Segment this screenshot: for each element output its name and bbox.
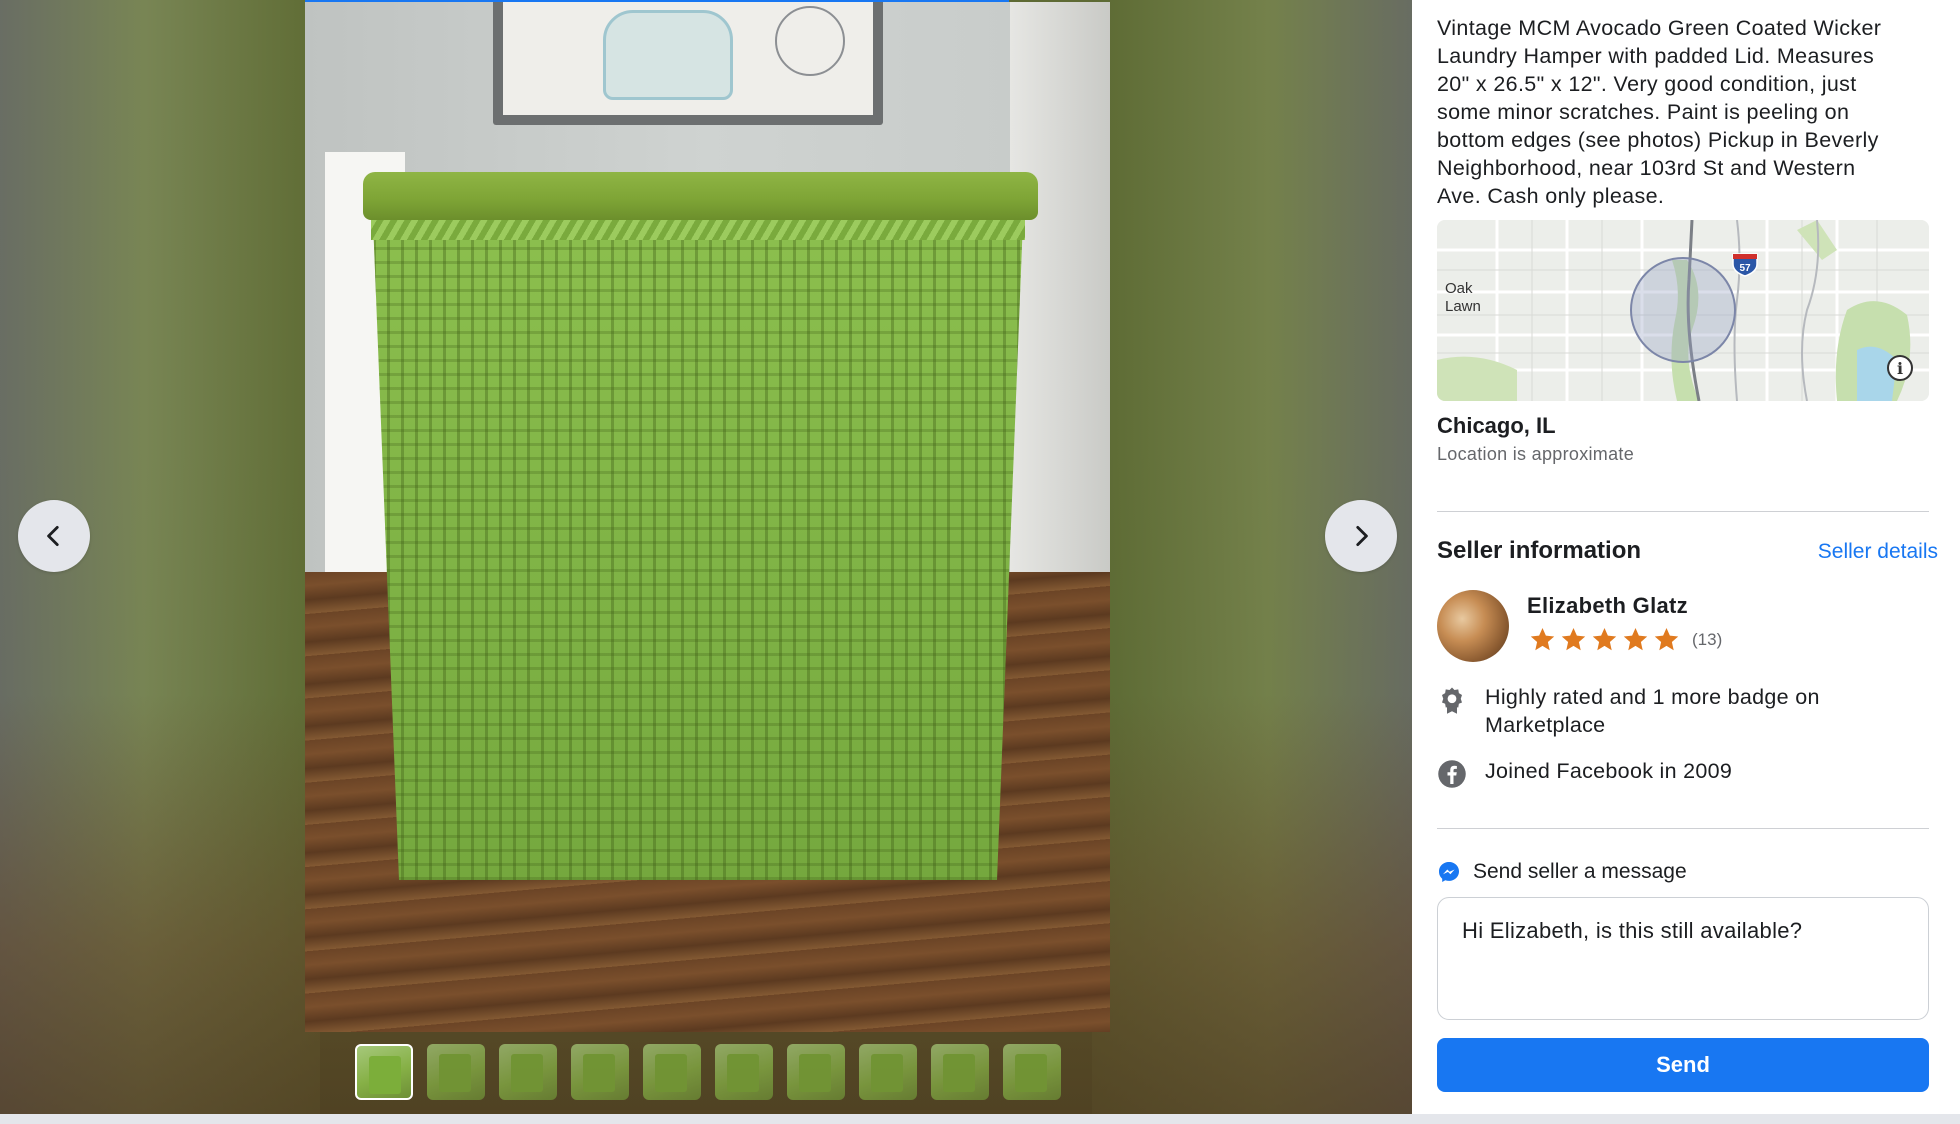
chevron-right-icon [1356, 525, 1368, 547]
location-map[interactable]: 57 Oak Lawn i [1437, 220, 1929, 401]
thumbnail-image [439, 1054, 471, 1092]
star-icon [1592, 628, 1617, 651]
next-photo-button[interactable] [1325, 500, 1397, 572]
photo-wall-frame [493, 2, 883, 125]
message-input[interactable] [1437, 897, 1929, 1020]
map-graphic: 57 [1437, 220, 1929, 401]
thumbnail-6[interactable] [715, 1044, 773, 1100]
thumbnail-2[interactable] [427, 1044, 485, 1100]
badge-text: Highly rated and 1 more badge on Marketp… [1485, 685, 1820, 737]
photo-viewer [0, 0, 1412, 1114]
joined-text: Joined Facebook in 2009 [1485, 759, 1733, 783]
bottom-strip [0, 1114, 1960, 1124]
thumbnail-9[interactable] [931, 1044, 989, 1100]
joined-row: Joined Facebook in 2009 [1437, 757, 1905, 789]
star-icon [1530, 628, 1555, 651]
seller-rating[interactable]: (13) [1529, 626, 1722, 653]
location-city: Chicago, IL [1437, 413, 1556, 438]
send-button[interactable]: Send [1437, 1038, 1929, 1092]
message-header: Send seller a message [1437, 860, 1687, 884]
star-icon [1623, 628, 1648, 651]
thumbnail-image [369, 1056, 401, 1094]
thumbnail-4[interactable] [571, 1044, 629, 1100]
thumbnail-image [583, 1054, 615, 1092]
photo-frame-art [503, 2, 873, 115]
thumbnail-image [943, 1054, 975, 1092]
badge-icon [1442, 687, 1462, 714]
thumbnail-image [871, 1054, 903, 1092]
message-seller-box: Send seller a message Send [1412, 840, 1960, 1114]
thumbnail-strip [355, 1044, 1061, 1100]
photo-hamper-body [373, 220, 1023, 880]
message-header-text: Send seller a message [1473, 860, 1687, 883]
thumbnail-10[interactable] [1003, 1044, 1061, 1100]
seller-details-link[interactable]: Seller details [1818, 540, 1938, 564]
photo-hamper-lid [363, 172, 1038, 220]
thumbnail-5[interactable] [643, 1044, 701, 1100]
thumbnail-3[interactable] [499, 1044, 557, 1100]
chevron-left-icon [47, 525, 59, 547]
thumbnail-image [1015, 1054, 1047, 1092]
badge-row: Highly rated and 1 more badge on Marketp… [1437, 683, 1905, 739]
location-note: Location is approximate [1437, 444, 1635, 464]
listing-description: Vintage MCM Avocado Green Coated Wicker … [1437, 16, 1882, 208]
messenger-icon [1439, 862, 1459, 882]
thumbnail-image [799, 1054, 831, 1092]
seller-avatar[interactable] [1437, 590, 1509, 662]
thumbnail-8[interactable] [859, 1044, 917, 1100]
seller-name[interactable]: Elizabeth Glatz [1527, 593, 1688, 619]
section-divider [1437, 828, 1929, 829]
map-place-label: Oak Lawn [1445, 280, 1481, 315]
seller-info-heading: Seller information [1437, 537, 1642, 564]
listing-photo[interactable] [305, 2, 1110, 1032]
section-divider [1437, 511, 1929, 512]
star-icon [1654, 628, 1679, 651]
highway-shield-number: 57 [1739, 263, 1751, 274]
facebook-icon [1438, 760, 1466, 788]
info-icon[interactable]: i [1887, 355, 1913, 381]
star-icon [1561, 628, 1586, 651]
thumbnail-image [655, 1054, 687, 1092]
thumbnail-7[interactable] [787, 1044, 845, 1100]
thumbnail-1[interactable] [355, 1044, 413, 1100]
thumbnail-image [511, 1054, 543, 1092]
photo-progress-bar [305, 0, 1009, 2]
previous-photo-button[interactable] [18, 500, 90, 572]
photo-hamper-rim [371, 218, 1025, 240]
photo-jar [603, 10, 733, 100]
rating-count: (13) [1692, 629, 1723, 649]
photo-stamp [775, 6, 845, 76]
thumbnail-image [727, 1054, 759, 1092]
